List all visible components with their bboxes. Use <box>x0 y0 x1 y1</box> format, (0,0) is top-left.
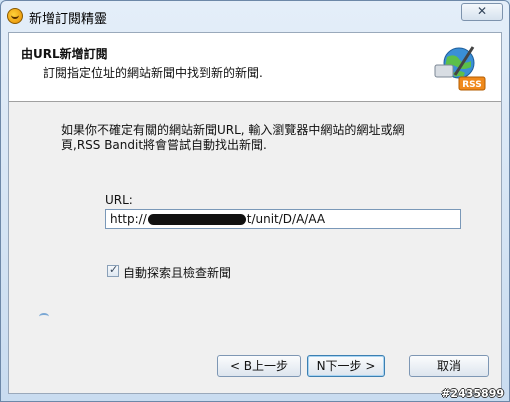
auto-detect-label[interactable]: 自動探索且檢查新聞 <box>123 264 231 281</box>
page-subtitle: 訂閱指定位址的網站新聞中找到新的新聞. <box>43 66 263 80</box>
page-title: 由URL新增訂閱 <box>21 47 108 61</box>
auto-detect-checkbox[interactable] <box>107 263 119 277</box>
wizard-header: 由URL新增訂閱 訂閱指定位址的網站新聞中找到新的新聞. RSS <box>9 33 501 102</box>
wizard-window: 新增訂閱精靈 ✕ 由URL新增訂閱 訂閱指定位址的網站新聞中找到新的新聞. RS… <box>0 0 510 402</box>
redaction-mark <box>147 214 246 225</box>
url-value-suffix: t/unit/D/A/AA <box>246 212 326 226</box>
next-button[interactable]: N下一步 > <box>307 355 385 377</box>
close-button[interactable]: ✕ <box>461 3 503 21</box>
cancel-button[interactable]: 取消 <box>409 355 489 377</box>
back-button[interactable]: < B上一步 <box>217 355 301 377</box>
watermark-id: #2435899 <box>441 387 504 400</box>
app-smiley-icon <box>7 8 23 24</box>
window-title: 新增訂閱精靈 <box>29 12 108 27</box>
url-label: URL: <box>105 193 133 207</box>
wizard-client-area: 由URL新增訂閱 訂閱指定位址的網站新聞中找到新的新聞. RSS 如果你不確定有… <box>8 32 502 394</box>
url-input[interactable]: http:// t/unit/D/A/AA <box>105 209 461 229</box>
feed-wave-icon <box>39 313 49 320</box>
rss-logo-text: RSS <box>462 80 482 90</box>
rss-globe-icon: RSS <box>434 46 486 91</box>
url-value-prefix: http:// <box>110 212 147 226</box>
title-bar[interactable]: 新增訂閱精靈 ✕ <box>1 1 509 31</box>
instructions-text: 如果你不確定有關的網站新聞URL, 輸入瀏覽器中網站的網址或網頁,RSS Ban… <box>61 123 405 152</box>
